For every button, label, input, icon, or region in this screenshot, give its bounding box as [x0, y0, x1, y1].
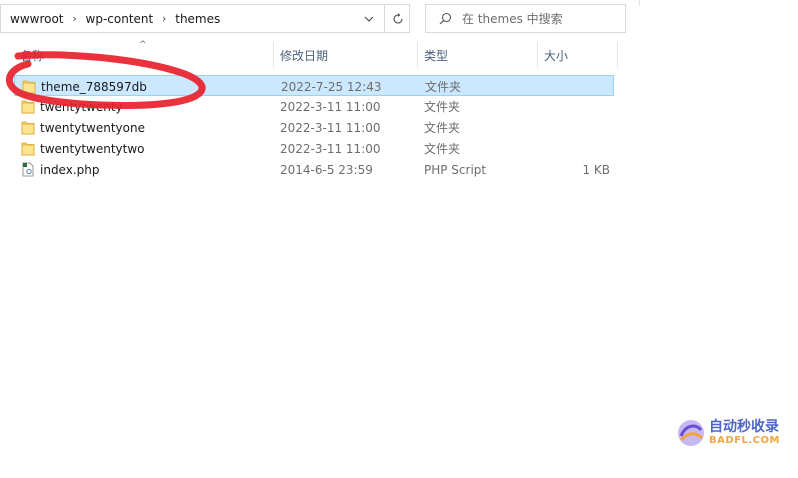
- address-bar[interactable]: wwwroot › wp-content › themes: [0, 4, 410, 33]
- php-file-icon: [21, 162, 35, 177]
- file-size: [544, 96, 610, 117]
- name-cell: index.php: [21, 159, 99, 180]
- refresh-button[interactable]: [384, 5, 411, 32]
- date-modified: 2022-3-11 11:00: [280, 120, 381, 135]
- file-type: 文件夹: [424, 142, 461, 156]
- file-row-twentytwentyone[interactable]: twentytwentyone 2022-3-11 11:00 文件夹: [14, 117, 614, 138]
- column-header-date[interactable]: 修改日期: [280, 40, 415, 70]
- column-divider[interactable]: [273, 42, 274, 68]
- file-size: [544, 138, 610, 159]
- column-header-date-label: 修改日期: [280, 48, 329, 63]
- file-name: theme_788597db: [41, 79, 147, 94]
- address-history-dropdown-button[interactable]: [355, 5, 382, 32]
- file-type: 文件夹: [425, 80, 462, 94]
- date-modified: 2022-7-25 12:43: [281, 79, 382, 94]
- date-modified: 2022-3-11 11:00: [280, 141, 381, 156]
- name-cell: twentytwentytwo: [21, 138, 145, 159]
- column-divider[interactable]: [537, 42, 538, 68]
- name-cell: twentytwenty: [21, 96, 123, 117]
- breadcrumb-item-wp-content[interactable]: wp-content: [86, 12, 154, 26]
- date-modified: 2022-3-11 11:00: [280, 99, 381, 114]
- breadcrumb: wwwroot › wp-content › themes: [10, 5, 220, 32]
- column-header-type[interactable]: 类型: [424, 40, 534, 70]
- column-header-row: ^ 名称 修改日期 类型 大小: [0, 40, 640, 70]
- file-type: PHP Script: [424, 162, 487, 177]
- file-name: twentytwenty: [40, 99, 123, 114]
- badfl-logo-icon: [678, 420, 704, 446]
- watermark-cn: 自动秒收录: [709, 419, 779, 435]
- file-type: 文件夹: [424, 121, 461, 135]
- file-name: twentytwentyone: [40, 120, 145, 135]
- file-row-index-php[interactable]: index.php 2014-6-5 23:59 PHP Script 1 KB: [14, 159, 614, 180]
- column-divider[interactable]: [417, 42, 418, 68]
- watermark-text: 自动秒收录 BADFL.COM: [709, 420, 780, 446]
- name-cell: theme_788597db: [22, 76, 147, 97]
- folder-icon: [21, 120, 35, 135]
- column-header-type-label: 类型: [424, 48, 449, 63]
- column-header-size-label: 大小: [544, 48, 569, 63]
- file-name: twentytwentytwo: [40, 141, 145, 156]
- date-modified: 2014-6-5 23:59: [280, 162, 373, 177]
- breadcrumb-item-themes[interactable]: themes: [175, 12, 220, 26]
- breadcrumb-chevron-icon[interactable]: ›: [153, 12, 175, 25]
- breadcrumb-item-wwwroot[interactable]: wwwroot: [10, 12, 64, 26]
- name-cell: twentytwentyone: [21, 117, 145, 138]
- column-divider[interactable]: [617, 42, 618, 68]
- file-name: index.php: [40, 162, 100, 177]
- chevron-down-icon: [364, 16, 373, 22]
- pane-divider: [639, 0, 640, 6]
- watermark-en: BADFL.COM: [709, 435, 780, 446]
- search-input[interactable]: 在 themes 中搜索: [425, 4, 626, 33]
- folder-icon: [21, 141, 35, 156]
- annotation-red-circle: [5, 51, 206, 109]
- file-size: [544, 117, 610, 138]
- file-row-theme-788597db[interactable]: theme_788597db 2022-7-25 12:43 文件夹: [14, 75, 614, 96]
- breadcrumb-chevron-icon[interactable]: ›: [64, 12, 86, 25]
- file-size: [545, 76, 611, 97]
- refresh-icon: [393, 12, 403, 24]
- column-header-name-label: 名称: [20, 48, 45, 63]
- folder-icon: [22, 79, 36, 94]
- column-header-name[interactable]: 名称: [20, 40, 270, 70]
- file-row-twentytwentytwo[interactable]: twentytwentytwo 2022-3-11 11:00 文件夹: [14, 138, 614, 159]
- search-icon: [439, 12, 452, 25]
- file-type: 文件夹: [424, 100, 461, 114]
- folder-icon: [21, 99, 35, 114]
- file-row-twentytwenty[interactable]: twentytwenty 2022-3-11 11:00 文件夹: [14, 96, 614, 117]
- search-placeholder: 在 themes 中搜索: [462, 12, 563, 26]
- column-header-size[interactable]: 大小: [544, 40, 614, 70]
- file-size: 1 KB: [582, 162, 610, 177]
- watermark-logo: 自动秒收录 BADFL.COM: [676, 418, 780, 448]
